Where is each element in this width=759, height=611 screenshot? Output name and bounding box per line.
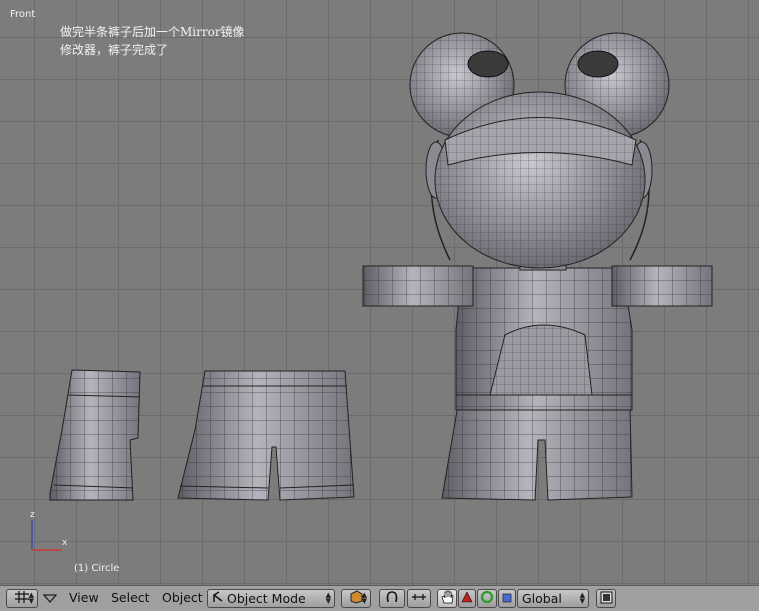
scale-icon [502,592,512,606]
menu-select[interactable]: Select [111,590,150,605]
pants-mesh[interactable] [177,370,355,501]
orientation-select[interactable]: Global ▲ ▼ [517,589,589,608]
hand-icon [440,590,454,607]
mode-select-value: Object Mode [227,591,306,606]
mesh-scene[interactable] [0,0,759,585]
updown-arrows-icon: ▲ ▼ [28,591,34,605]
draw-type-button[interactable]: ▲ ▼ [341,589,371,608]
manipulator-toggle-button[interactable] [437,589,457,608]
3d-viewport[interactable]: Front 做完半条裤子后加一个Mirror镜像 修改器，裤子完成了 z x (… [0,0,759,585]
editor-type-button[interactable]: ▲ ▼ [6,589,38,608]
viewport-header: ▲ ▼ View Select Object Object Mode ▲ ▼ ▲ ▼ [0,585,759,611]
menu-view[interactable]: View [69,590,99,605]
x-axis-label: x [62,538,68,548]
render-icon [600,591,613,607]
pivot-point-icon [411,591,427,606]
mode-select[interactable]: Object Mode ▲ ▼ [207,589,335,608]
rotate-manipulator-button[interactable] [477,589,497,608]
rotate-icon [480,590,494,607]
orientation-select-value: Global [522,591,562,606]
render-button[interactable] [596,589,616,608]
collapse-menus-button[interactable] [42,589,59,608]
pivot-point-button[interactable] [407,589,431,608]
pivot-button[interactable] [379,589,405,608]
character-mesh[interactable] [362,32,713,501]
updown-arrows-icon: ▲ ▼ [325,591,331,605]
menu-object[interactable]: Object [162,590,203,605]
updown-arrows-icon: ▲ ▼ [579,591,585,605]
half-pants-mesh[interactable] [49,369,141,501]
translate-icon [461,591,473,606]
status-object-name: (1) Circle [74,563,120,574]
updown-arrows-icon: ▲ ▼ [361,591,367,605]
grid-icon [14,590,30,607]
z-axis-label: z [30,510,35,520]
mode-icon [212,591,224,606]
scale-manipulator-button[interactable] [498,589,516,608]
pivot-icon [385,590,399,607]
translate-manipulator-button[interactable] [458,589,476,608]
triangle-down-icon [42,592,58,606]
